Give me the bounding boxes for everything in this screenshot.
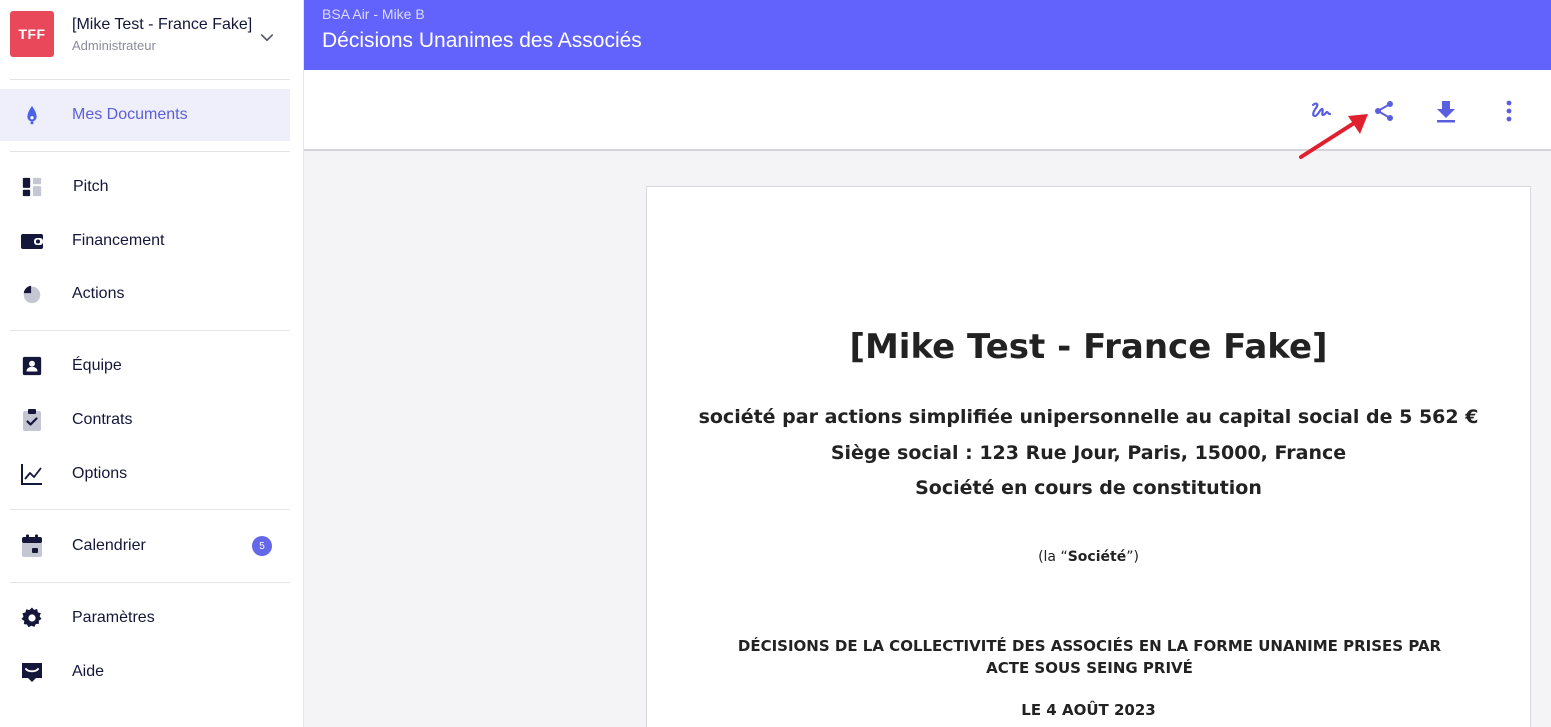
sidebar-item-label: Actions [72,285,125,302]
sidebar-item-label: Mes Documents [72,106,188,123]
person-card-icon [20,354,44,378]
sidebar-item-label: Options [72,465,128,482]
chevron-down-icon[interactable] [258,29,276,47]
more-vertical-icon [1506,100,1512,122]
calendar-icon [20,534,44,558]
society-note-prefix: (la “ [1038,549,1068,565]
society-note: (la “Société”) [647,549,1530,565]
page-header: BSA Air - Mike B Décisions Unanimes des … [304,0,1551,70]
sidebar: TFF [Mike Test - France Fake] Administra… [0,0,304,727]
breadcrumb[interactable]: BSA Air - Mike B [322,6,425,22]
document-title: [Mike Test - France Fake] [849,327,1328,367]
sidebar-item-label: Aide [72,663,105,680]
sidebar-item-financement[interactable]: Financement [0,215,290,267]
divider [10,79,290,80]
org-role: Administrateur [72,38,156,53]
org-switcher[interactable]: TFF [Mike Test - France Fake] Administra… [0,0,303,79]
divider [10,509,290,510]
document-page: [Mike Test - France Fake] société par ac… [646,186,1531,727]
gear-icon [20,606,44,630]
sidebar-item-equipe[interactable]: Équipe [0,340,290,392]
pie-chart-icon [20,282,44,306]
sidebar-item-label: Paramètres [72,609,155,626]
sidebar-item-label: Pitch [73,178,109,195]
sidebar-item-pitch[interactable]: Pitch [0,161,290,213]
divider [10,330,290,331]
sidebar-item-label: Financement [72,232,165,249]
society-note-suffix: ”) [1126,549,1139,565]
divider [10,582,290,583]
wallet-icon [20,229,44,253]
pen-nib-icon [20,103,44,127]
line-chart-icon [20,462,44,486]
sidebar-item-label: Équipe [72,357,122,374]
decision-heading: DÉCISIONS DE LA COLLECTIVITÉ DES ASSOCIÉ… [737,637,1442,677]
decision-date: LE 4 AOÛT 2023 [1021,701,1156,719]
sidebar-item-calendrier[interactable]: Calendrier 5 [0,520,290,572]
document-viewer[interactable]: [Mike Test - France Fake] société par ac… [304,151,1551,727]
divider [10,151,290,152]
clipboard-check-icon [20,408,44,432]
sidebar-item-options[interactable]: Options [0,448,290,500]
company-status: Société en cours de constitution [915,477,1262,499]
more-options-button[interactable] [1494,96,1524,126]
download-icon [1437,101,1455,123]
sidebar-item-label: Calendrier [72,537,146,554]
sidebar-item-aide[interactable]: Aide [0,646,290,698]
sidebar-item-mes-documents[interactable]: Mes Documents [0,89,290,141]
chat-icon [20,660,44,684]
sidebar-item-parametres[interactable]: Paramètres [0,592,290,644]
company-address: Siège social : 123 Rue Jour, Paris, 1500… [830,442,1347,464]
org-avatar: TFF [10,11,54,57]
sidebar-item-actions[interactable]: Actions [0,268,290,320]
dashboard-icon [20,175,44,199]
company-description: société par actions simplifiée uniperson… [698,406,1479,428]
org-name: [Mike Test - France Fake] [72,16,253,33]
society-note-bold: Société [1067,549,1127,565]
page-title: Décisions Unanimes des Associés [322,29,642,52]
annotation-arrow [1299,114,1368,159]
sidebar-item-label: Contrats [72,411,133,428]
sidebar-item-contrats[interactable]: Contrats [0,394,290,446]
download-button[interactable] [1431,96,1461,126]
notification-badge: 5 [252,536,272,556]
